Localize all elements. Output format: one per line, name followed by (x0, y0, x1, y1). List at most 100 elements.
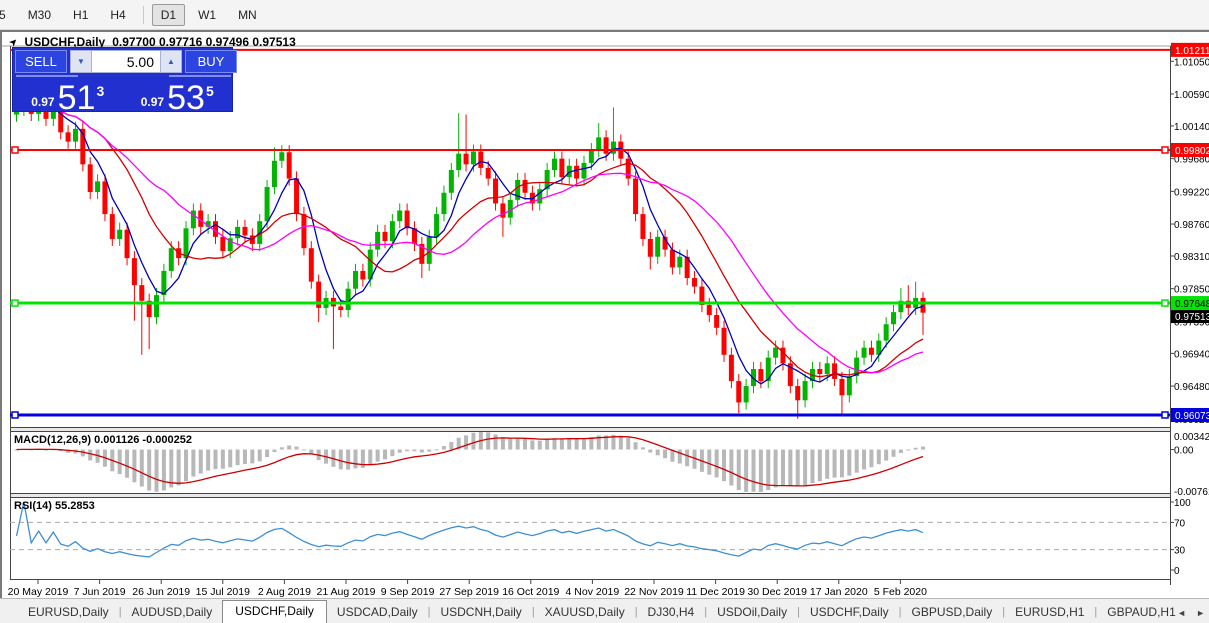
candlestick (706, 305, 712, 315)
pane-splitter[interactable] (10, 428, 1170, 431)
chart-tab-usdcnh-daily[interactable]: USDCNH,Daily (430, 602, 531, 623)
price-axis-label: 0.96940 (1174, 349, 1209, 360)
chart-tab-audusd-daily[interactable]: AUDUSD,Daily (122, 602, 223, 623)
price-axis-label: 0.98310 (1174, 252, 1209, 263)
macd-histogram-bar (397, 449, 402, 453)
line-handle[interactable] (1161, 146, 1169, 154)
candlestick (65, 132, 71, 142)
date-axis-label: 22 Nov 2019 (624, 586, 684, 598)
sell-price[interactable]: 0.97 51 3 (15, 80, 121, 115)
timeframe-button-m30[interactable]: M30 (19, 4, 60, 26)
candlestick (692, 278, 698, 287)
candlestick (448, 170, 454, 193)
rsi-axis-label: 30 (1174, 546, 1186, 557)
price-axis-label: 0.97850 (1174, 285, 1209, 296)
line-handle[interactable] (1161, 411, 1169, 419)
macd-histogram-bar (898, 449, 903, 453)
macd-histogram-bar (648, 449, 653, 453)
candlestick (95, 181, 101, 193)
macd-histogram-bar (206, 449, 211, 471)
tabs-host: EURUSD,Daily | AUDUSD,Daily USDCHF,Daily USD… (18, 600, 1186, 623)
candlestick (640, 214, 646, 239)
candlestick (920, 297, 926, 313)
buy-price-big: 53 (167, 79, 205, 117)
lot-increase-button[interactable]: ▲ (160, 50, 182, 73)
buy-price-sup: 5 (205, 83, 214, 99)
candlestick (235, 226, 241, 239)
candlestick (633, 178, 639, 215)
candlestick (301, 214, 307, 249)
macd-histogram-bar (729, 449, 734, 486)
chart-tab-eurusd-daily[interactable]: EURUSD,Daily (18, 602, 119, 623)
level-price-text: 1.01211 (1175, 46, 1209, 57)
timeframe-button-w1[interactable]: W1 (189, 4, 225, 26)
macd-histogram-bar (515, 438, 520, 450)
candlestick (868, 347, 874, 355)
macd-histogram-bar (176, 449, 181, 486)
date-axis-label: 20 May 2019 (8, 586, 69, 598)
candlestick (264, 187, 270, 222)
chart-tab-gbpusd-daily[interactable]: GBPUSD,Daily (902, 602, 1003, 623)
macd-histogram-bar (640, 447, 645, 450)
chart-tab-usdchf-daily[interactable]: USDCHF,Daily (222, 600, 327, 623)
buy-button[interactable]: BUY (185, 50, 237, 73)
macd-histogram-bar (405, 449, 410, 452)
candlestick (87, 164, 93, 193)
date-axis-label: 30 Dec 2019 (747, 586, 807, 598)
date-axis-label: 9 Sep 2019 (381, 586, 435, 598)
macd-histogram-bar (567, 437, 572, 450)
macd-histogram-bar (677, 449, 682, 464)
candlestick (891, 312, 897, 325)
macd-histogram-bar (523, 438, 528, 450)
line-handle[interactable] (1161, 299, 1169, 307)
macd-histogram-bar (147, 449, 152, 491)
lot-size-input[interactable] (92, 50, 160, 73)
candlestick (574, 165, 580, 179)
timeframe-button-h4[interactable]: H4 (101, 4, 134, 26)
rsi-axis-label: 0 (1174, 566, 1180, 577)
macd-histogram-bar (383, 449, 387, 460)
chart-tab-dj30-h4[interactable]: DJ30,H4 (638, 602, 705, 623)
timeframe-button-h1[interactable]: H1 (64, 4, 97, 26)
candlestick (404, 210, 410, 229)
sell-button[interactable]: SELL (15, 50, 67, 73)
chart-tab-gbpaud-h1[interactable]: GBPAUD,H1 (1097, 602, 1185, 623)
chart-tab-xauusd-daily[interactable]: XAUUSD,Daily (535, 602, 635, 623)
pane-splitter[interactable] (10, 494, 1170, 497)
macd-histogram-bar (788, 449, 793, 487)
chart-tab-bar: EURUSD,Daily | AUDUSD,Daily USDCHF,Daily USD… (0, 598, 1209, 623)
line-handle[interactable] (11, 146, 19, 154)
timeframe-button-5[interactable]: 5 (0, 4, 15, 26)
one-click-trading-panel: SELL ▼ ▲ BUY 0.97 51 3 0.97 53 (12, 47, 237, 117)
buy-price[interactable]: 0.97 53 5 (125, 79, 231, 117)
macd-histogram-bar (891, 449, 896, 457)
tab-scroll-right-icon[interactable]: ► (1196, 608, 1205, 618)
chart-canvas[interactable]: 1.010501.005901.001400.996800.992200.987… (2, 32, 1209, 600)
timeframe-button-d1[interactable]: D1 (151, 3, 186, 26)
date-axis-label: 2 Aug 2019 (258, 586, 311, 598)
chart-tab-usdcad-daily[interactable]: USDCAD,Daily (327, 602, 428, 623)
candlestick (861, 347, 867, 358)
candlestick (168, 248, 174, 271)
buy-price-prefix: 0.97 (140, 95, 165, 109)
line-handle[interactable] (11, 299, 19, 307)
macd-histogram-bar (707, 449, 712, 475)
macd-histogram-bar (353, 449, 358, 469)
date-axis-label: 5 Feb 2020 (874, 586, 927, 598)
chart-background (2, 32, 1209, 600)
macd-histogram-bar (913, 447, 918, 450)
date-axis-label: 16 Oct 2019 (502, 586, 559, 598)
line-handle[interactable] (11, 411, 19, 419)
candlestick (736, 381, 742, 403)
macd-histogram-bar (228, 449, 233, 468)
timeframe-toolbar: 5 M30 H1 H4 D1 W1 MN (0, 0, 1209, 30)
lot-decrease-button[interactable]: ▼ (70, 50, 92, 73)
chart-tab-usdoil-daily[interactable]: USDOil,Daily (707, 602, 797, 623)
chart-tab-eurusd-h1[interactable]: EURUSD,H1 (1005, 602, 1094, 623)
macd-histogram-bar (213, 449, 218, 470)
chart-tab-usdchf-daily[interactable]: USDCHF,Daily (800, 602, 899, 623)
timeframe-button-mn[interactable]: MN (229, 4, 266, 26)
candlestick (397, 210, 403, 222)
tab-scroll-left-icon[interactable]: ◄ (1177, 608, 1186, 618)
macd-histogram-bar (500, 437, 505, 450)
